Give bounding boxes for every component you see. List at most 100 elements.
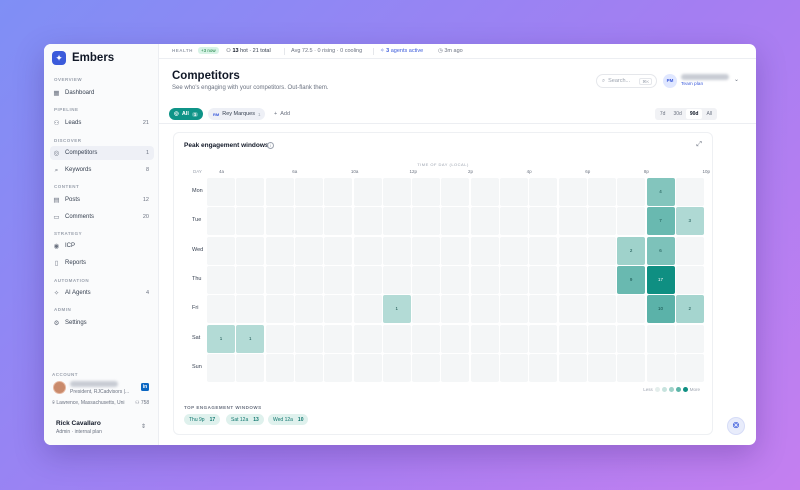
heatmap-cell[interactable] [324, 295, 353, 324]
sidebar-item-reports[interactable]: ▯ Reports [50, 256, 154, 270]
heatmap-cell[interactable] [675, 324, 704, 353]
heatmap-cell[interactable] [353, 324, 382, 353]
heatmap-cell[interactable] [587, 324, 616, 353]
heatmap-cell[interactable] [558, 324, 587, 353]
heatmap-cell[interactable] [441, 353, 470, 382]
heatmap-cell[interactable] [529, 236, 558, 265]
heatmap-cell[interactable] [500, 207, 528, 236]
heatmap-cell[interactable] [500, 353, 528, 382]
heatmap-cell[interactable]: 1 [207, 324, 235, 353]
heatmap-cell[interactable] [470, 178, 499, 206]
heatmap-cell[interactable] [558, 265, 587, 294]
heatmap-cell[interactable] [675, 178, 704, 206]
heatmap-cell[interactable] [675, 236, 704, 265]
heatmap-cell[interactable] [324, 236, 353, 265]
sidebar-item-settings[interactable]: ⚙ Settings [50, 316, 154, 330]
heatmap-cell[interactable] [265, 236, 294, 265]
heatmap-cell[interactable] [500, 178, 528, 206]
heatmap-cell[interactable] [470, 295, 499, 324]
heatmap-cell[interactable] [324, 178, 353, 206]
heatmap-cell[interactable] [675, 265, 704, 294]
heatmap-cell[interactable] [236, 265, 265, 294]
heatmap-cell[interactable]: 17 [646, 265, 675, 294]
heatmap-cell[interactable] [353, 295, 382, 324]
heatmap-cell[interactable] [382, 353, 411, 382]
heatmap-cell[interactable] [441, 324, 470, 353]
heatmap-cell[interactable] [265, 178, 294, 206]
heatmap-cell[interactable] [558, 353, 587, 382]
heatmap-cell[interactable] [207, 178, 235, 206]
top-window-chip[interactable]: Sat 12a 13 [226, 414, 264, 425]
sidebar-item-icp[interactable]: ◉ ICP [50, 239, 154, 253]
account-avatar[interactable] [53, 381, 66, 394]
heatmap-cell[interactable] [382, 236, 411, 265]
heatmap-cell[interactable] [236, 236, 265, 265]
team-switcher[interactable]: PM Team plan ⌄ [663, 73, 739, 89]
heatmap-cell[interactable] [265, 324, 294, 353]
heatmap-cell[interactable] [294, 178, 323, 206]
range-30d[interactable]: 30d [669, 109, 685, 119]
heatmap-cell[interactable] [207, 353, 235, 382]
brand[interactable]: ✦ Embers [52, 51, 114, 65]
heatmap-cell[interactable] [558, 207, 587, 236]
search-input[interactable]: ⌕ Search... ⌘K [596, 74, 657, 88]
heatmap-cell[interactable] [500, 265, 528, 294]
heatmap-cell[interactable] [412, 236, 441, 265]
heatmap-cell[interactable] [294, 295, 323, 324]
user-menu[interactable]: Rick Cavallaro Admin · internal plan ⇕ [50, 416, 154, 438]
heatmap-cell[interactable] [236, 207, 265, 236]
heatmap-cell[interactable] [617, 324, 646, 353]
heatmap-cell[interactable] [617, 295, 646, 324]
heatmap-cell[interactable] [470, 207, 499, 236]
heatmap-cell[interactable]: 7 [646, 207, 675, 236]
heatmap-cell[interactable] [470, 353, 499, 382]
assistant-fab-icon[interactable]: ❂ [727, 417, 745, 435]
heatmap-cell[interactable] [529, 353, 558, 382]
filter-all-chip[interactable]: ◎ All 1 [169, 108, 204, 120]
heatmap-cell[interactable] [500, 295, 528, 324]
heatmap-cell[interactable] [207, 236, 235, 265]
heatmap-cell[interactable] [529, 178, 558, 206]
heatmap-cell[interactable] [529, 207, 558, 236]
heatmap-cell[interactable] [353, 265, 382, 294]
top-window-chip[interactable]: Thu 9p 17 [184, 414, 221, 425]
range-all[interactable]: All [702, 109, 716, 119]
heatmap-cell[interactable] [207, 295, 235, 324]
heatmap-cell[interactable] [441, 236, 470, 265]
heatmap-cell[interactable] [412, 207, 441, 236]
hot-leads-status[interactable]: ⚇ 13 hot · 21 total [226, 48, 271, 54]
heatmap-cell[interactable] [529, 324, 558, 353]
heatmap-cell[interactable] [324, 353, 353, 382]
heatmap-cell[interactable] [294, 353, 323, 382]
heatmap-cell[interactable] [529, 265, 558, 294]
agents-status[interactable]: ✧ 3 agents active [380, 48, 423, 54]
heatmap-cell[interactable]: 10 [646, 295, 675, 324]
heatmap-cell[interactable] [353, 353, 382, 382]
heatmap-cell[interactable] [265, 295, 294, 324]
heatmap-cell[interactable] [236, 295, 265, 324]
heatmap-cell[interactable] [587, 178, 616, 206]
heatmap-cell[interactable] [207, 265, 235, 294]
heatmap-cell[interactable] [412, 265, 441, 294]
linkedin-icon[interactable]: in [141, 383, 149, 391]
heatmap-cell[interactable] [441, 178, 470, 206]
heatmap-cell[interactable]: 6 [646, 236, 675, 265]
heatmap-cell[interactable] [382, 265, 411, 294]
heatmap-cell[interactable] [353, 236, 382, 265]
heatmap-cell[interactable]: 4 [646, 178, 675, 206]
heatmap-cell[interactable] [587, 265, 616, 294]
heatmap-cell[interactable] [294, 265, 323, 294]
heatmap-cell[interactable] [294, 207, 323, 236]
heatmap-cell[interactable] [500, 324, 528, 353]
heatmap-cell[interactable] [441, 207, 470, 236]
heatmap-cell[interactable] [382, 178, 411, 206]
heatmap-cell[interactable]: 9 [617, 265, 646, 294]
heatmap-cell[interactable] [470, 265, 499, 294]
range-90d[interactable]: 90d [685, 109, 703, 119]
heatmap-cell[interactable]: 3 [675, 207, 704, 236]
heatmap-cell[interactable]: 2 [675, 295, 704, 324]
heatmap-cell[interactable] [294, 324, 323, 353]
sidebar-item-leads[interactable]: ⚇ Leads 21 [50, 116, 154, 130]
heatmap-cell[interactable]: 1 [236, 324, 265, 353]
heatmap-cell[interactable]: 2 [617, 236, 646, 265]
